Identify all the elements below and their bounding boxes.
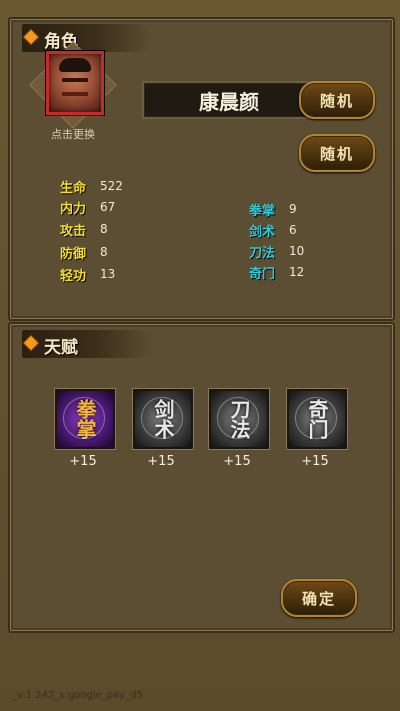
character-creation-screen: 角色 点击更换 康晨颜 随机 随机 生命 522 内力 67 攻击 8 防御 8…	[0, 0, 400, 711]
confirm-button[interactable]: 确定	[281, 579, 357, 617]
stat-label: 内力	[60, 201, 87, 217]
stat-agility: 轻功 13	[60, 265, 116, 284]
talent-qimen[interactable]: 奇门	[287, 389, 347, 449]
stat-value: 8	[100, 222, 108, 236]
version-text: _v:1.242_s:google_pay_d5	[12, 690, 143, 701]
random-name-button[interactable]: 随机	[299, 81, 375, 119]
stat-value: 8	[100, 245, 108, 259]
diamond-icon	[23, 29, 39, 45]
stat-label: 奇门	[249, 266, 276, 282]
diamond-icon	[23, 335, 39, 351]
character-name-field[interactable]: 康晨颜	[142, 81, 316, 119]
stat-value: 9	[289, 202, 297, 216]
stat-defense: 防御 8	[60, 243, 108, 262]
talent-daofa[interactable]: 刀法	[209, 389, 269, 449]
stat-sword: 剑术 6	[249, 221, 297, 240]
stat-hp: 生命 522	[60, 177, 123, 196]
talent-quanzhang[interactable]: 拳掌	[55, 389, 115, 449]
portrait-button[interactable]	[29, 41, 117, 129]
stat-value: 13	[100, 267, 116, 281]
talent-ring	[295, 397, 337, 439]
stat-value: 67	[100, 200, 116, 214]
stat-label: 防御	[60, 246, 87, 262]
stat-qimen: 奇门 12	[249, 263, 305, 282]
stat-label: 攻击	[60, 223, 87, 239]
stat-label: 轻功	[60, 268, 87, 284]
talent-ring	[141, 397, 183, 439]
talent-bonus: +15	[147, 454, 175, 469]
talent-ring	[217, 397, 259, 439]
stat-label: 生命	[60, 180, 87, 196]
character-name: 康晨颜	[199, 89, 259, 114]
talent-ring	[63, 397, 105, 439]
stat-blade: 刀法 10	[249, 242, 305, 261]
stat-label: 拳掌	[249, 203, 276, 219]
portrait-caption[interactable]: 点击更换	[38, 126, 108, 142]
stat-fist: 拳掌 9	[249, 200, 297, 219]
stat-mp: 内力 67	[60, 198, 116, 217]
stat-value: 522	[100, 179, 123, 193]
stat-value: 12	[289, 265, 305, 279]
stat-value: 10	[289, 244, 305, 258]
talent-bonus: +15	[69, 454, 97, 469]
talent-jianshu[interactable]: 剑术	[133, 389, 193, 449]
stat-value: 6	[289, 223, 297, 237]
random-stats-button[interactable]: 随机	[299, 134, 375, 172]
talent-bonus: +15	[301, 454, 329, 469]
talent-bonus: +15	[223, 454, 251, 469]
avatar[interactable]	[46, 51, 104, 115]
talent-section-title: 天赋	[44, 338, 78, 358]
stat-attack: 攻击 8	[60, 220, 108, 239]
talent-section-header: 天赋	[22, 330, 152, 358]
stat-label: 刀法	[249, 245, 276, 261]
stat-label: 剑术	[249, 224, 276, 240]
